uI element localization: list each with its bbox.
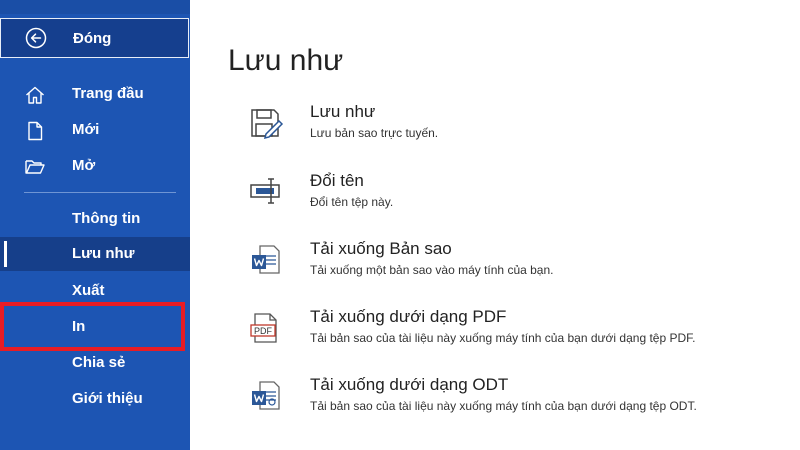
pdf-icon-text: PDF (254, 326, 273, 336)
sidebar-item-share[interactable]: Chia sẻ (0, 346, 190, 380)
sidebar-item-label: Giới thiệu (72, 390, 143, 407)
sidebar-item-about[interactable]: Giới thiệu (0, 382, 190, 416)
page-title: Lưu như (228, 44, 344, 77)
sidebar-top-shade (0, 0, 190, 14)
backstage-sidebar: Đóng Trang đầu Mới Mở Thông tin Lưu như … (0, 0, 190, 450)
option-download-pdf[interactable]: PDF Tải xuống dưới dạng PDF Tải bản sao … (240, 307, 780, 363)
word-document-icon (252, 245, 280, 274)
option-rename[interactable]: Đổi tên Đổi tên tệp này. (240, 171, 780, 227)
option-description: Đổi tên tệp này. (310, 195, 394, 209)
option-download-odt[interactable]: Tải xuống dưới dạng ODT Tải bản sao của … (240, 375, 780, 431)
save-as-icon (251, 109, 284, 140)
option-description: Tải xuống một bản sao vào máy tính của b… (310, 263, 554, 277)
sidebar-item-label: Thông tin (72, 210, 141, 227)
sidebar-item-print[interactable]: In (0, 310, 190, 344)
sidebar-item-save-as[interactable]: Lưu như (0, 237, 190, 271)
sidebar-item-label: Mới (72, 121, 100, 138)
selected-indicator (4, 241, 7, 267)
sidebar-item-info[interactable]: Thông tin (0, 202, 190, 236)
option-description: Tải bản sao của tài liệu này xuống máy t… (310, 331, 696, 345)
option-title: Tải xuống Bản sao (310, 239, 452, 258)
option-save-as[interactable]: Lưu như Lưu bản sao trực tuyến. (240, 102, 780, 158)
sidebar-item-label: Lưu như (72, 245, 135, 262)
back-arrow-icon (25, 27, 47, 49)
sidebar-item-label: Mở (72, 157, 96, 174)
home-icon (26, 86, 44, 104)
close-back-button[interactable]: Đóng (0, 18, 189, 58)
sidebar-item-open[interactable]: Mở (0, 149, 190, 183)
sidebar-divider (24, 192, 176, 193)
sidebar-item-label: Trang đầu (72, 85, 144, 102)
odt-document-icon (252, 381, 280, 410)
option-title: Tải xuống dưới dạng PDF (310, 307, 507, 326)
new-document-icon (28, 121, 43, 141)
sidebar-item-label: In (72, 318, 86, 335)
sidebar-item-label: Chia sẻ (72, 354, 126, 371)
close-back-label: Đóng (73, 30, 112, 47)
option-title: Tải xuống dưới dạng ODT (310, 375, 509, 394)
sidebar-item-home[interactable]: Trang đầu (0, 77, 190, 111)
sidebar-item-label: Xuất (72, 282, 105, 299)
option-description: Tải bản sao của tài liệu này xuống máy t… (310, 399, 697, 413)
folder-open-icon (25, 160, 45, 174)
option-description: Lưu bản sao trực tuyến. (310, 126, 439, 140)
option-download-copy[interactable]: Tải xuống Bản sao Tải xuống một bản sao … (240, 239, 780, 295)
rename-icon (250, 178, 280, 204)
pdf-file-icon: PDF (250, 313, 277, 343)
option-title: Lưu như (310, 102, 376, 121)
option-title: Đổi tên (310, 171, 364, 190)
sidebar-item-new[interactable]: Mới (0, 113, 190, 147)
sidebar-item-export[interactable]: Xuất (0, 274, 190, 308)
